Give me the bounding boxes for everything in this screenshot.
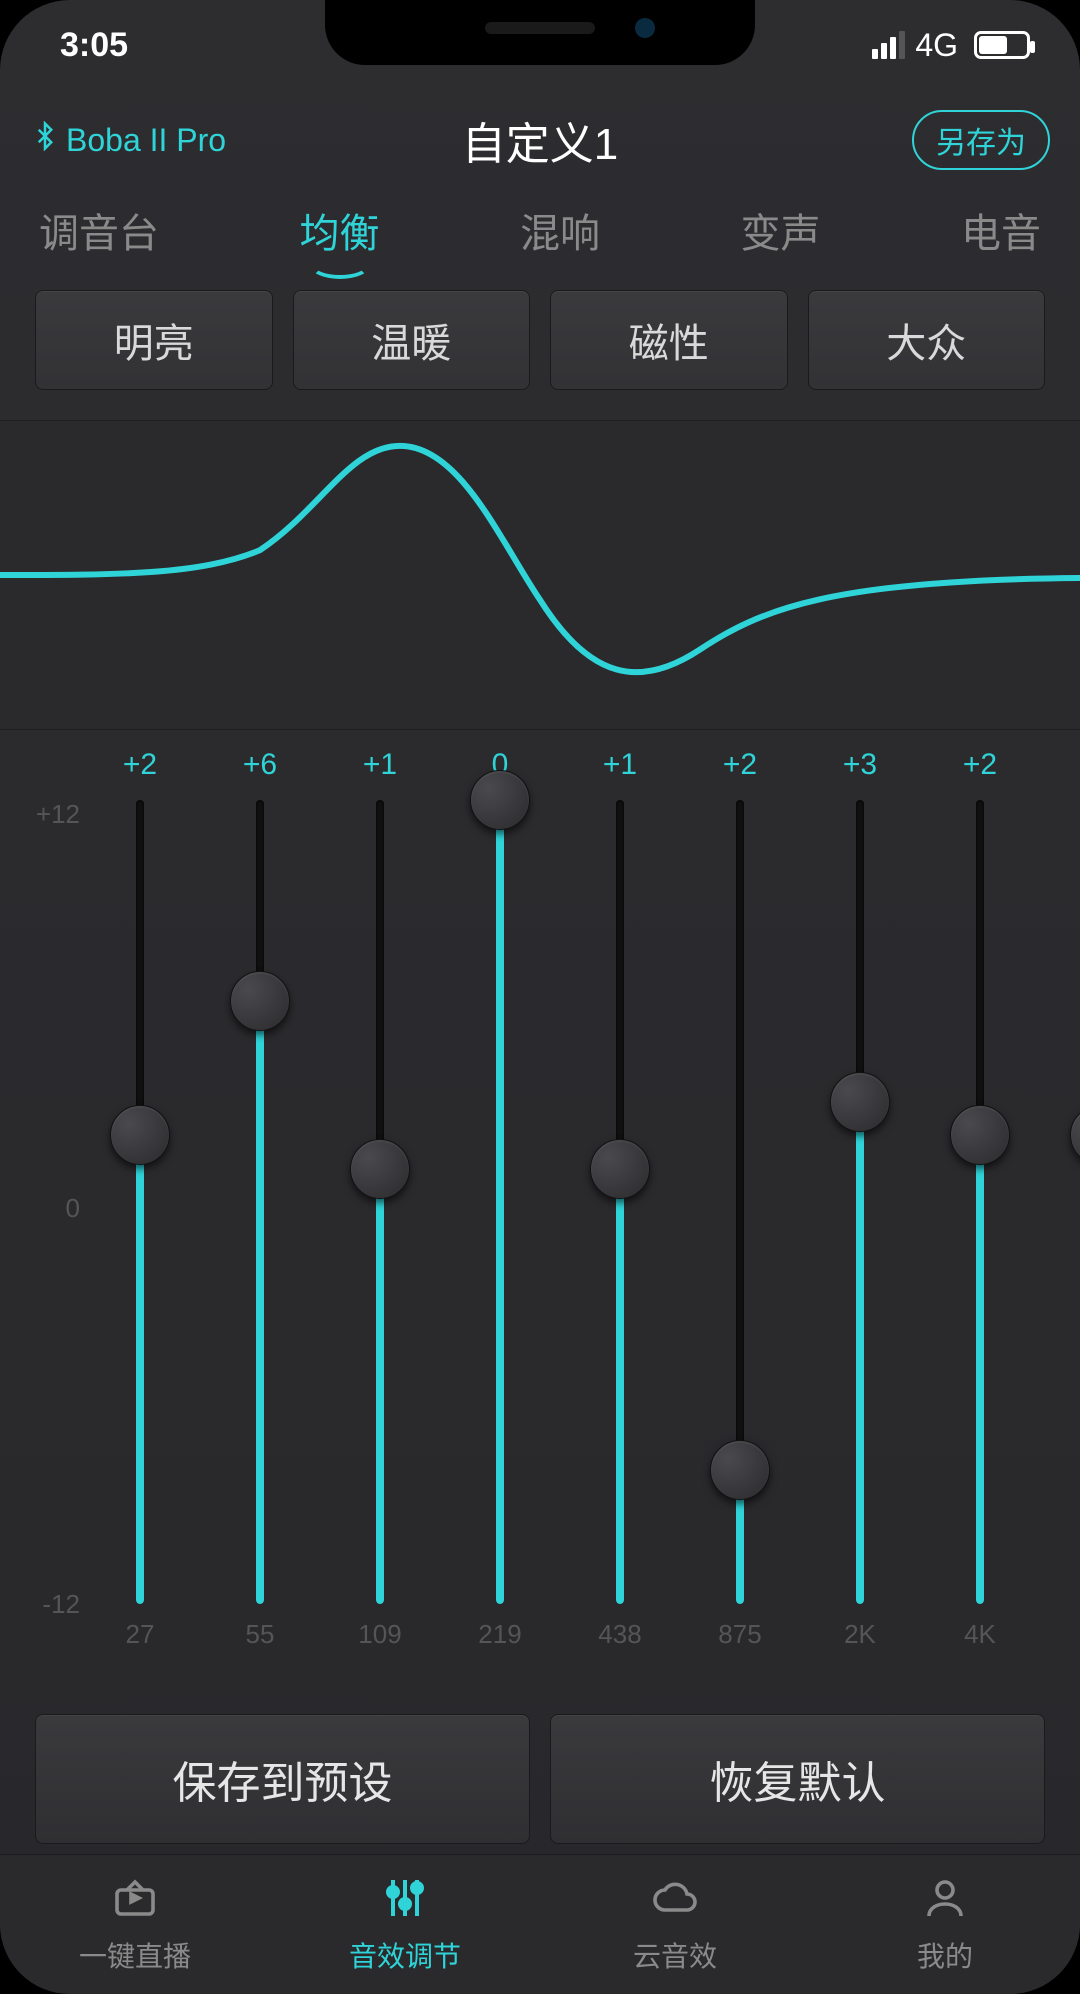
axis-mid: 0 [66, 1193, 80, 1224]
bottom-nav: 一键直播 音效调节 云音效 [0, 1854, 1080, 1994]
save-as-button[interactable]: 另存为 [912, 110, 1050, 170]
slider-track [736, 800, 744, 1604]
slider-value-label: +3 [800, 740, 920, 790]
slider-value-label: +2 [920, 740, 1040, 790]
slider-freq-label: 109 [320, 1614, 440, 1654]
sliders-icon [381, 1874, 429, 1929]
profile-icon [921, 1874, 969, 1929]
device-name: Boba II Pro [66, 122, 226, 159]
network-label: 4G [915, 27, 958, 64]
slider-track [856, 800, 864, 1604]
preset-warm[interactable]: 温暖 [293, 290, 531, 390]
slider-knob[interactable] [470, 770, 530, 830]
slider-knob[interactable] [710, 1440, 770, 1500]
eq-axis: +12 0 -12 [20, 805, 80, 1614]
cloud-icon [651, 1874, 699, 1929]
slider-value-label: +2 [80, 740, 200, 790]
slider-track [376, 800, 384, 1604]
eq-slider-27[interactable]: +2 27 [80, 740, 200, 1654]
preset-bright[interactable]: 明亮 [35, 290, 273, 390]
axis-max: +12 [36, 799, 80, 830]
nav-broadcast[interactable]: 一键直播 [0, 1855, 270, 1994]
slider-freq-label: 875 [680, 1614, 800, 1654]
slider-freq-label: 4K [920, 1614, 1040, 1654]
slider-value-label: + [1040, 740, 1080, 790]
battery-icon [974, 31, 1030, 59]
nav-label: 一键直播 [79, 1935, 191, 1975]
slider-knob[interactable] [350, 1139, 410, 1199]
eq-slider-7K[interactable]: +7K [1040, 740, 1080, 1654]
slider-track [136, 800, 144, 1604]
slider-value-label: +1 [320, 740, 440, 790]
slider-value-label: +1 [560, 740, 680, 790]
eq-curve-display [0, 420, 1080, 730]
nav-sound-fx[interactable]: 音效调节 [270, 1855, 540, 1994]
slider-freq-label: 55 [200, 1614, 320, 1654]
slider-knob[interactable] [230, 971, 290, 1031]
eq-slider-4K[interactable]: +2 4K [920, 740, 1040, 1654]
eq-slider-55[interactable]: +6 55 [200, 740, 320, 1654]
slider-knob[interactable] [110, 1105, 170, 1165]
page-title: 自定义1 [462, 108, 618, 172]
status-time: 3:05 [60, 26, 128, 65]
slider-value-label: +6 [200, 740, 320, 790]
section-tabs: 调音台 均衡 混响 变声 电音 [0, 190, 1080, 270]
slider-knob[interactable] [950, 1105, 1010, 1165]
eq-slider-438[interactable]: +1 438 [560, 740, 680, 1654]
slider-knob[interactable] [1070, 1105, 1080, 1165]
restore-default-button[interactable]: 恢复默认 [550, 1714, 1045, 1844]
slider-track [976, 800, 984, 1604]
slider-freq-label: 219 [440, 1614, 560, 1654]
nav-label: 音效调节 [349, 1935, 461, 1975]
slider-track [496, 800, 504, 1604]
slider-freq-label: 438 [560, 1614, 680, 1654]
slider-freq-label: 27 [80, 1614, 200, 1654]
bluetooth-icon [30, 121, 60, 159]
slider-knob[interactable] [590, 1139, 650, 1199]
slider-value-label: +2 [680, 740, 800, 790]
tab-eq[interactable]: 均衡 [296, 193, 384, 267]
broadcast-icon [111, 1874, 159, 1929]
slider-freq-label: 2K [800, 1614, 920, 1654]
eq-sliders-area: +12 0 -12 +227+655+11090219+1438+2875+32… [0, 740, 1080, 1654]
tab-voice[interactable]: 变声 [737, 193, 825, 267]
eq-slider-219[interactable]: 0219 [440, 740, 560, 1654]
slider-track [616, 800, 624, 1604]
preset-popular[interactable]: 大众 [808, 290, 1046, 390]
signal-icon [872, 31, 905, 59]
slider-knob[interactable] [830, 1072, 890, 1132]
axis-min: -12 [42, 1589, 80, 1620]
nav-cloud-fx[interactable]: 云音效 [540, 1855, 810, 1994]
tab-autotune[interactable]: 电音 [957, 193, 1045, 267]
nav-label: 我的 [917, 1935, 973, 1975]
slider-track [256, 800, 264, 1604]
nav-profile[interactable]: 我的 [810, 1855, 1080, 1994]
nav-label: 云音效 [633, 1935, 717, 1975]
device-notch [325, 0, 755, 65]
tab-reverb[interactable]: 混响 [516, 193, 604, 267]
slider-freq-label: 7K [1040, 1614, 1080, 1654]
tab-mixer[interactable]: 调音台 [35, 193, 163, 267]
eq-slider-875[interactable]: +2 875 [680, 740, 800, 1654]
eq-slider-109[interactable]: +1 109 [320, 740, 440, 1654]
preset-magnetic[interactable]: 磁性 [550, 290, 788, 390]
eq-slider-2K[interactable]: +3 2K [800, 740, 920, 1654]
save-to-preset-button[interactable]: 保存到预设 [35, 1714, 530, 1844]
